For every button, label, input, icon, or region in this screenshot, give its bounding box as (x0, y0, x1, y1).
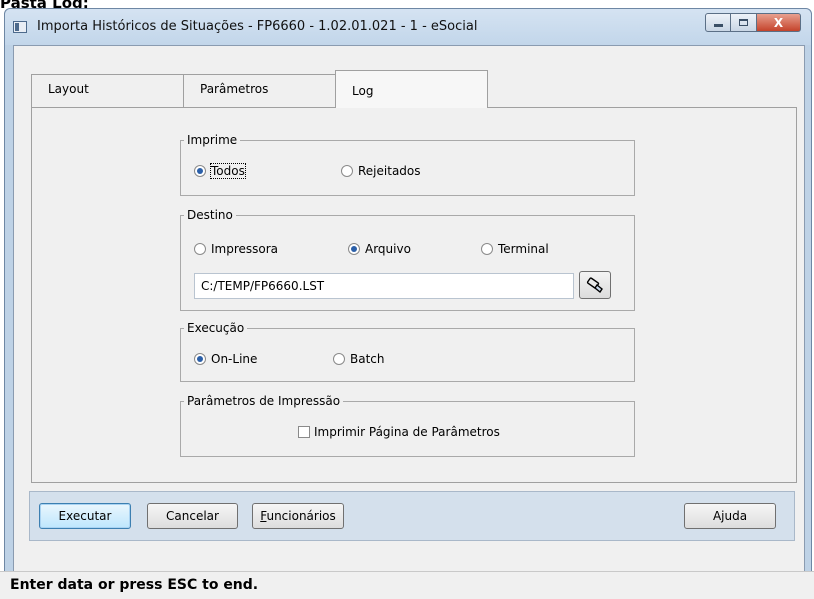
radio-online[interactable]: On-Line (194, 352, 257, 366)
minimize-icon (713, 24, 723, 27)
minimize-button[interactable] (705, 13, 731, 32)
radio-rejeitados-indicator[interactable] (341, 165, 353, 177)
maximize-icon (739, 19, 748, 26)
flashlight-icon (586, 277, 603, 294)
close-button[interactable]: X (757, 13, 801, 32)
radio-arquivo-label: Arquivo (365, 242, 411, 256)
checkbox-imprimir-parametros-box[interactable] (298, 426, 310, 438)
status-text: Enter data or press ESC to end. (10, 577, 259, 593)
radio-batch[interactable]: Batch (333, 352, 385, 366)
close-icon: X (773, 15, 784, 30)
radio-arquivo-indicator[interactable] (348, 243, 360, 255)
browse-file-button[interactable] (579, 271, 611, 299)
radio-todos-indicator[interactable] (194, 165, 206, 177)
maximize-button[interactable] (731, 13, 757, 32)
window-controls: X (705, 13, 801, 33)
radio-impressora-label: Impressora (211, 242, 279, 256)
radio-impressora-indicator[interactable] (194, 243, 206, 255)
tab-log[interactable]: Log (335, 70, 488, 108)
tab-log-label: Log (352, 84, 374, 98)
radio-impressora[interactable]: Impressora (194, 242, 278, 256)
executar-button[interactable]: Executar (39, 503, 131, 529)
window-title: Importa Históricos de Situações - FP6660… (37, 19, 478, 34)
title-bar[interactable]: Importa Históricos de Situações - FP6660… (5, 9, 811, 45)
button-bar (29, 491, 795, 541)
destination-path-input[interactable] (194, 273, 574, 299)
status-bar: Enter data or press ESC to end. (0, 571, 814, 599)
radio-online-indicator[interactable] (194, 353, 206, 365)
funcionarios-button[interactable]: Funcionários (252, 503, 344, 529)
tab-layout[interactable]: Layout (31, 74, 184, 107)
radio-rejeitados[interactable]: Rejeitados (341, 164, 421, 178)
radio-terminal[interactable]: Terminal (481, 242, 549, 256)
execucao-legend: Execução (187, 321, 245, 335)
checkbox-imprimir-parametros-label: Imprimir Página de Parâmetros (314, 425, 500, 439)
tab-layout-label: Layout (48, 82, 89, 96)
radio-batch-label: Batch (350, 352, 385, 366)
imprime-legend: Imprime (187, 133, 238, 147)
checkbox-imprimir-parametros[interactable]: Imprimir Página de Parâmetros (298, 425, 500, 439)
parametros-impressao-legend: Parâmetros de Impressão (187, 394, 341, 408)
cancelar-button[interactable]: Cancelar (147, 503, 238, 529)
app-icon (13, 21, 27, 33)
tab-parametros-label: Parâmetros (200, 82, 269, 96)
tab-parametros[interactable]: Parâmetros (183, 74, 336, 107)
radio-terminal-indicator[interactable] (481, 243, 493, 255)
radio-online-label: On-Line (211, 352, 258, 366)
radio-todos[interactable]: Todos (194, 163, 246, 179)
radio-rejeitados-label: Rejeitados (358, 164, 421, 178)
radio-todos-label: Todos (210, 163, 246, 179)
radio-terminal-label: Terminal (498, 242, 549, 256)
funcionarios-label: uncionários (266, 509, 336, 523)
destino-legend: Destino (187, 208, 233, 222)
ajuda-button[interactable]: Ajuda (684, 503, 776, 529)
radio-batch-indicator[interactable] (333, 353, 345, 365)
radio-arquivo[interactable]: Arquivo (348, 242, 411, 256)
